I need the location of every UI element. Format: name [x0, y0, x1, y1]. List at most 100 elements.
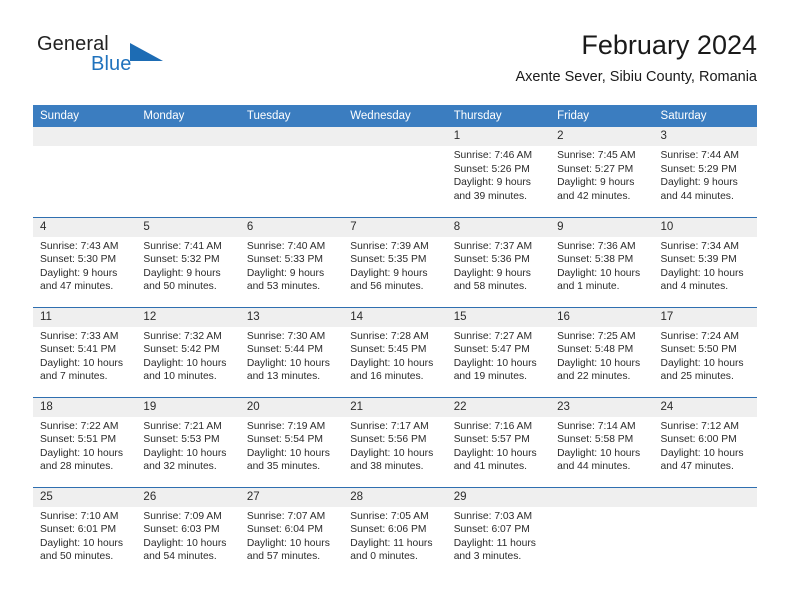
calendar-day-cell[interactable]: 25 Sunrise: 7:10 AM Sunset: 6:01 PM Dayligh… — [33, 486, 137, 578]
calendar-week-row: 4 Sunrise: 7:43 AM Sunset: 5:30 PM Daylight… — [33, 216, 757, 307]
sunrise-time: Sunrise: 7:27 AM — [453, 330, 533, 342]
sunset-time: Sunset: 5:38 PM — [557, 254, 634, 266]
sunset-time: Sunset: 5:29 PM — [660, 163, 737, 175]
daylight-duration-line1: Daylight: 9 hours — [660, 177, 738, 189]
calendar-day-cell[interactable]: 15 Sunrise: 7:27 AM Sunset: 5:47 PM Dayligh… — [446, 306, 551, 397]
sunrise-time: Sunrise: 7:22 AM — [40, 420, 119, 432]
weekday-header-friday: Friday — [550, 105, 654, 127]
calendar-day-cell[interactable]: 28 Sunrise: 7:05 AM Sunset: 6:06 PM Dayligh… — [343, 486, 447, 577]
sunrise-time: Sunrise: 7:10 AM — [40, 510, 119, 522]
calendar-day-cell[interactable]: 8 Sunrise: 7:37 AM Sunset: 5:36 PM Daylight… — [446, 216, 551, 307]
daylight-duration-line1: Daylight: 10 hours — [350, 357, 434, 369]
day-details: Sunrise: 7:30 AM Sunset: 5:44 PM Daylight:… — [240, 327, 343, 384]
daylight-duration-line2: and 47 minutes. — [660, 461, 734, 473]
calendar-day-cell[interactable]: 4 Sunrise: 7:43 AM Sunset: 5:30 PM Daylight… — [33, 216, 137, 307]
sunrise-time: Sunrise: 7:36 AM — [557, 240, 636, 252]
calendar-day-cell[interactable]: 11 Sunrise: 7:33 AM Sunset: 5:41 PM Dayligh… — [33, 306, 137, 397]
daylight-duration-line2: and 10 minutes. — [143, 371, 217, 383]
sunrise-time: Sunrise: 7:03 AM — [453, 510, 533, 522]
sunset-time: Sunset: 5:39 PM — [660, 254, 737, 266]
sunset-time: Sunset: 6:01 PM — [40, 524, 117, 536]
sunset-time: Sunset: 5:51 PM — [40, 434, 117, 446]
calendar-day-cell[interactable]: 10 Sunrise: 7:34 AM Sunset: 5:39 PM Dayligh… — [653, 216, 757, 307]
daylight-duration-line2: and 32 minutes. — [143, 461, 217, 473]
calendar-day-cell[interactable]: 19 Sunrise: 7:21 AM Sunset: 5:53 PM Dayligh… — [136, 396, 240, 487]
day-details: Sunrise: 7:32 AM Sunset: 5:42 PM Daylight:… — [136, 327, 239, 384]
calendar-day-cell[interactable]: 6 Sunrise: 7:40 AM Sunset: 5:33 PM Daylight… — [239, 216, 344, 307]
daylight-duration-line2: and 3 minutes. — [453, 551, 522, 563]
day-number: 29 — [446, 487, 551, 507]
calendar-day-cell[interactable]: 18 Sunrise: 7:22 AM Sunset: 5:51 PM Dayligh… — [33, 396, 137, 487]
weekday-header-monday: Monday — [136, 105, 240, 127]
calendar-day-cell[interactable]: 3 Sunrise: 7:44 AM Sunset: 5:29 PM Daylight… — [653, 127, 757, 217]
calendar-day-cell[interactable]: 14 Sunrise: 7:28 AM Sunset: 5:45 PM Dayligh… — [343, 306, 447, 397]
day-cell-inner: 22 Sunrise: 7:16 AM Sunset: 5:57 PM Dayligh… — [446, 397, 551, 487]
day-number: 20 — [239, 397, 344, 417]
daylight-duration-line1: Daylight: 9 hours — [246, 267, 325, 279]
day-cell-inner: 23 Sunrise: 7:14 AM Sunset: 5:58 PM Dayligh… — [550, 397, 654, 487]
calendar-day-cell[interactable]: 16 Sunrise: 7:25 AM Sunset: 5:48 PM Dayligh… — [550, 306, 654, 397]
sunrise-time: Sunrise: 7:17 AM — [350, 420, 429, 432]
daylight-duration-line1: Daylight: 9 hours — [143, 267, 221, 279]
sunset-time: Sunset: 5:50 PM — [660, 344, 737, 356]
day-number — [33, 127, 137, 146]
day-number: 17 — [653, 307, 757, 327]
daylight-duration-line2: and 4 minutes. — [660, 281, 729, 293]
sunrise-time: Sunrise: 7:14 AM — [557, 420, 636, 432]
sunset-time: Sunset: 5:57 PM — [453, 434, 530, 446]
brand-logo[interactable]: General Blue — [33, 32, 233, 84]
calendar-day-cell[interactable]: 12 Sunrise: 7:32 AM Sunset: 5:42 PM Dayligh… — [136, 306, 240, 397]
day-cell-inner — [653, 487, 757, 578]
sunset-time: Sunset: 5:56 PM — [350, 434, 427, 446]
day-details: Sunrise: 7:41 AM Sunset: 5:32 PM Daylight:… — [136, 237, 239, 294]
day-cell-inner: 12 Sunrise: 7:32 AM Sunset: 5:42 PM Dayligh… — [136, 307, 240, 397]
sunrise-time: Sunrise: 7:30 AM — [246, 330, 326, 342]
calendar-day-cell[interactable]: 7 Sunrise: 7:39 AM Sunset: 5:35 PM Daylight… — [343, 216, 447, 307]
daylight-duration-line2: and 54 minutes. — [143, 551, 217, 563]
daylight-duration-line2: and 44 minutes. — [660, 190, 734, 202]
calendar-day-cell[interactable]: 13 Sunrise: 7:30 AM Sunset: 5:44 PM Dayligh… — [239, 306, 344, 397]
daylight-duration-line1: Daylight: 10 hours — [246, 357, 330, 369]
day-number: 24 — [653, 397, 757, 417]
day-cell-inner: 20 Sunrise: 7:19 AM Sunset: 5:54 PM Dayligh… — [239, 397, 344, 487]
daylight-duration-line2: and 47 minutes. — [40, 281, 114, 293]
calendar-day-cell[interactable]: 27 Sunrise: 7:07 AM Sunset: 6:04 PM Dayligh… — [239, 486, 344, 577]
day-number: 25 — [33, 487, 137, 507]
daylight-duration-line1: Daylight: 10 hours — [143, 537, 227, 549]
calendar-day-cell[interactable]: 2 Sunrise: 7:45 AM Sunset: 5:27 PM Daylight… — [550, 127, 654, 217]
calendar-day-cell[interactable]: 17 Sunrise: 7:24 AM Sunset: 5:50 PM Dayligh… — [653, 306, 757, 397]
sunrise-time: Sunrise: 7:19 AM — [246, 420, 326, 432]
sunrise-time: Sunrise: 7:37 AM — [453, 240, 533, 252]
day-cell-inner — [239, 127, 344, 217]
calendar-day-cell[interactable]: 20 Sunrise: 7:19 AM Sunset: 5:54 PM Dayligh… — [239, 396, 344, 487]
calendar-day-cell-empty — [653, 486, 757, 578]
daylight-duration-line1: Daylight: 10 hours — [246, 537, 330, 549]
day-details: Sunrise: 7:36 AM Sunset: 5:38 PM Daylight:… — [550, 237, 653, 294]
sunset-time: Sunset: 6:03 PM — [143, 524, 220, 536]
day-cell-inner: 26 Sunrise: 7:09 AM Sunset: 6:03 PM Dayligh… — [136, 487, 240, 578]
sunrise-time: Sunrise: 7:41 AM — [143, 240, 222, 252]
weekday-header-wednesday: Wednesday — [343, 105, 447, 127]
sunrise-time: Sunrise: 7:09 AM — [143, 510, 222, 522]
daylight-duration-line1: Daylight: 10 hours — [557, 357, 641, 369]
sunset-time: Sunset: 6:00 PM — [660, 434, 737, 446]
calendar-day-cell[interactable]: 22 Sunrise: 7:16 AM Sunset: 5:57 PM Dayligh… — [446, 396, 551, 487]
daylight-duration-line1: Daylight: 11 hours — [453, 537, 536, 549]
calendar-day-cell[interactable]: 23 Sunrise: 7:14 AM Sunset: 5:58 PM Dayligh… — [550, 396, 654, 487]
calendar-day-cell[interactable]: 26 Sunrise: 7:09 AM Sunset: 6:03 PM Dayligh… — [136, 486, 240, 578]
day-details: Sunrise: 7:34 AM Sunset: 5:39 PM Daylight:… — [654, 237, 757, 294]
daylight-duration-line2: and 53 minutes. — [246, 281, 321, 293]
calendar-day-cell[interactable]: 5 Sunrise: 7:41 AM Sunset: 5:32 PM Daylight… — [136, 216, 240, 307]
calendar-day-cell-empty — [343, 127, 447, 217]
calendar-day-cell[interactable]: 9 Sunrise: 7:36 AM Sunset: 5:38 PM Daylight… — [550, 216, 654, 307]
calendar-day-cell[interactable]: 21 Sunrise: 7:17 AM Sunset: 5:56 PM Dayligh… — [343, 396, 447, 487]
daylight-duration-line1: Daylight: 10 hours — [40, 447, 123, 459]
weekday-header-saturday: Saturday — [653, 105, 757, 127]
calendar-week-row: 18 Sunrise: 7:22 AM Sunset: 5:51 PM Dayligh… — [33, 396, 757, 487]
calendar-day-cell[interactable]: 1 Sunrise: 7:46 AM Sunset: 5:26 PM Daylight… — [446, 127, 551, 217]
day-cell-inner: 13 Sunrise: 7:30 AM Sunset: 5:44 PM Dayligh… — [239, 307, 344, 397]
calendar-day-cell[interactable]: 29 Sunrise: 7:03 AM Sunset: 6:07 PM Dayligh… — [446, 486, 551, 577]
calendar-day-cell[interactable]: 24 Sunrise: 7:12 AM Sunset: 6:00 PM Dayligh… — [653, 396, 757, 487]
day-cell-inner: 19 Sunrise: 7:21 AM Sunset: 5:53 PM Dayligh… — [136, 397, 240, 487]
day-cell-inner: 25 Sunrise: 7:10 AM Sunset: 6:01 PM Dayligh… — [33, 487, 137, 578]
